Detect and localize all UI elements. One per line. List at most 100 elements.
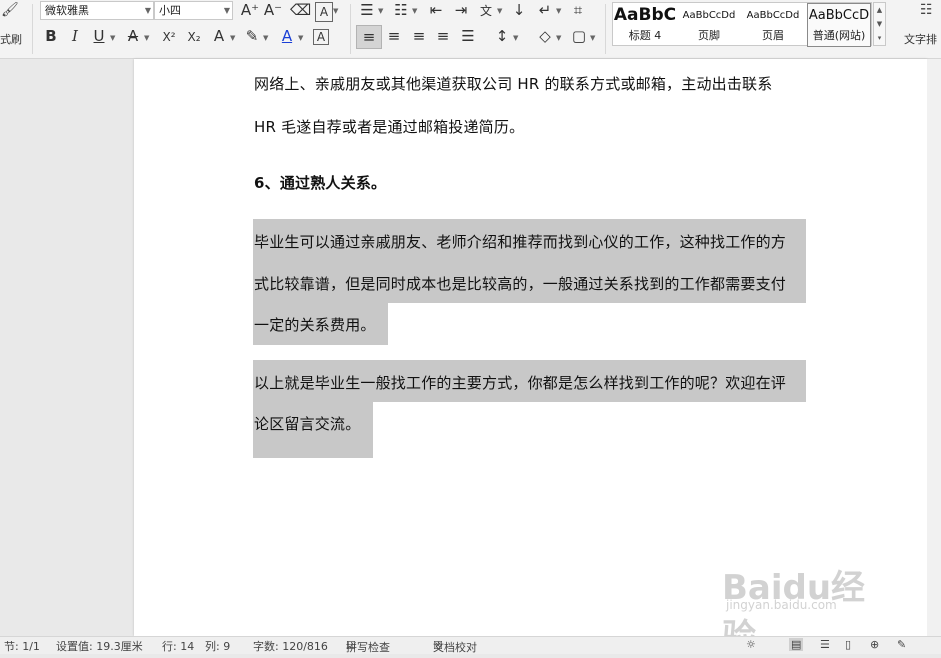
style-name: 页眉 <box>762 29 784 42</box>
chevron-down-icon: ▼ <box>144 34 150 42</box>
grow-font-button[interactable]: A⁺ <box>240 1 260 19</box>
style-preview: AaBbCcD <box>808 8 870 23</box>
document-page[interactable]: 网络上、亲戚朋友或其他渠道获取公司 HR 的联系方式或邮箱，主动出击联系 HR … <box>134 59 927 636</box>
chevron-down-icon: ▼ <box>556 7 562 15</box>
section-heading: 6、通过熟人关系。 <box>254 174 387 192</box>
italic-button[interactable]: I <box>66 27 84 45</box>
baidu-watermark: Baidu经验 jingyan.baidu.com <box>722 552 892 657</box>
font-size-value: 小四 <box>159 4 181 17</box>
chevron-down-icon: ▼ <box>110 34 116 42</box>
chevron-down-icon: ▼ <box>230 34 236 42</box>
font-family-select[interactable]: 微软雅黑 ▼ <box>40 1 154 20</box>
sort-button[interactable]: ↓ <box>510 1 528 19</box>
strikethrough-button[interactable]: A <box>124 27 142 45</box>
style-preview: AaBbC <box>613 5 677 25</box>
style-gallery-scroll[interactable]: ▲ ▼ ▾ <box>873 2 886 46</box>
chevron-down-icon: ▼ <box>378 7 384 15</box>
chevron-down-icon: ▼ <box>590 34 596 42</box>
paragraph-line: 网络上、亲戚朋友或其他渠道获取公司 HR 的联系方式或邮箱，主动出击联系 <box>254 75 773 93</box>
font-family-value: 微软雅黑 <box>45 4 89 17</box>
font-dialog-button[interactable]: A <box>315 2 333 22</box>
style-preview: AaBbCcDd <box>746 10 800 21</box>
align-center-button[interactable]: ≡ <box>384 27 404 45</box>
status-col: 列: 9 <box>205 640 231 653</box>
font-color-button[interactable]: A <box>278 27 296 45</box>
eye-protection-icon[interactable]: ☼ <box>746 638 756 651</box>
style-gallery: AaBbC 标题 4 AaBbCcDd 页脚 AaBbCcDd 页眉 AaBbC… <box>612 2 872 47</box>
show-marks-button[interactable]: ↵ <box>536 1 554 19</box>
superscript-button[interactable]: X² <box>158 28 180 46</box>
text-wrap-icon: ☷ <box>920 2 933 18</box>
subscript-button[interactable]: X₂ <box>183 28 205 46</box>
divider <box>32 4 33 54</box>
paragraph-line: 一定的关系费用。 <box>254 316 376 334</box>
watermark-url: jingyan.baidu.com <box>726 598 837 612</box>
style-preview: AaBbCcDd <box>682 10 736 21</box>
expand-icon[interactable]: ▾ <box>874 31 885 45</box>
chevron-down-icon: ▼ <box>497 7 503 15</box>
numbering-button[interactable]: ☷ <box>392 1 410 19</box>
style-normal-web[interactable]: AaBbCcD 普通(网站) <box>807 3 871 47</box>
justify-button[interactable]: ≡ <box>433 27 453 45</box>
chevron-down-icon: ▼ <box>298 34 304 42</box>
style-name: 页脚 <box>698 29 720 42</box>
borders-button[interactable]: ▢ <box>570 27 588 45</box>
font-size-select[interactable]: 小四 ▼ <box>154 1 233 20</box>
underline-button[interactable]: U <box>90 27 108 45</box>
format-painter-button[interactable]: 🖌 式刷 <box>0 0 30 58</box>
status-row: 行: 14 <box>162 640 195 653</box>
chevron-down-icon: ▼ <box>263 34 269 42</box>
chevron-down-icon: ▼ <box>144 6 151 15</box>
web-view-icon[interactable]: ⊕ <box>870 638 879 651</box>
chevron-down-icon: ▼ <box>556 34 562 42</box>
text-arrange-button[interactable]: ☷ 文字排 <box>900 0 941 58</box>
style-heading4[interactable]: AaBbC 标题 4 <box>613 3 677 45</box>
vertical-scrollbar[interactable] <box>927 59 941 636</box>
bullets-button[interactable]: ☰ <box>358 1 376 19</box>
style-name: 标题 4 <box>628 29 662 42</box>
format-painter-label: 式刷 <box>0 33 22 46</box>
align-left-button[interactable]: ≡ <box>356 25 382 49</box>
shrink-font-button[interactable]: A⁻ <box>263 1 283 19</box>
paragraph-line: 式比较靠谱，但是同时成本也是比较高的，一般通过关系找到的工作都需要支付 <box>254 275 787 293</box>
line-spacing-button[interactable]: ↕ <box>493 27 511 45</box>
style-footer[interactable]: AaBbCcDd 页脚 <box>677 3 741 45</box>
status-section: 节: 1/1 <box>4 640 40 653</box>
write-mode-icon[interactable]: ✎ <box>897 638 906 651</box>
bold-button[interactable]: B <box>42 27 60 45</box>
text-arrange-label: 文字排 <box>904 33 937 46</box>
brush-icon: 🖌 <box>1 2 19 18</box>
char-border-button[interactable]: A <box>313 29 329 45</box>
page-view-icon[interactable]: ▤ <box>789 638 804 651</box>
paragraph-line: 论区留言交流。 <box>254 415 361 433</box>
chevron-down-icon: ▼ <box>333 7 339 15</box>
table-lines-button[interactable]: ⌗ <box>568 1 588 19</box>
increase-indent-button[interactable]: ⇥ <box>451 1 471 19</box>
outline-view-icon[interactable]: ☰ <box>820 638 830 651</box>
divider <box>605 4 606 54</box>
status-word-count[interactable]: 字数: 120/816 <box>253 638 328 654</box>
distribute-button[interactable]: ☰ <box>458 27 478 45</box>
shading-button[interactable]: ◇ <box>536 27 554 45</box>
style-header[interactable]: AaBbCcDd 页眉 <box>741 3 805 45</box>
status-setting-value: 设置值: 19.3厘米 <box>56 640 143 653</box>
reading-view-icon[interactable]: ▯ <box>845 638 851 651</box>
text-effect-button[interactable]: A <box>210 27 228 45</box>
chinese-layout-button[interactable]: 文 <box>477 2 495 20</box>
chevron-down-icon: ▼ <box>223 6 230 15</box>
paragraph-line: 毕业生可以通过亲戚朋友、老师介绍和推荐而找到心仪的工作，这种找工作的方 <box>254 233 787 251</box>
align-right-button[interactable]: ≡ <box>409 27 429 45</box>
paragraph-line: 以上就是毕业生一般找工作的主要方式，你都是怎么样找到工作的呢？欢迎在评 <box>254 374 787 392</box>
status-bar: 节: 1/1 设置值: 19.3厘米 行: 14 列: 9 字数: 120/81… <box>0 636 941 654</box>
chevron-down-icon: ▼ <box>412 7 418 15</box>
chevron-down-icon: ▼ <box>513 34 519 42</box>
chevron-down-icon[interactable]: ▼ <box>874 17 885 31</box>
style-name: 普通(网站) <box>812 29 866 42</box>
ribbon-toolbar: 🖌 式刷 微软雅黑 ▼ 小四 ▼ A⁺ A⁻ ⌫ A ▼ B I U ▼ A ▼… <box>0 0 941 59</box>
chevron-up-icon[interactable]: ▲ <box>874 3 885 17</box>
paragraph-line: HR 毛遂自荐或者是通过邮箱投递简历。 <box>254 118 525 136</box>
clear-format-button[interactable]: ⌫ <box>290 1 311 19</box>
highlight-button[interactable]: ✎ <box>243 27 261 45</box>
left-gutter <box>0 59 133 636</box>
decrease-indent-button[interactable]: ⇤ <box>426 1 446 19</box>
